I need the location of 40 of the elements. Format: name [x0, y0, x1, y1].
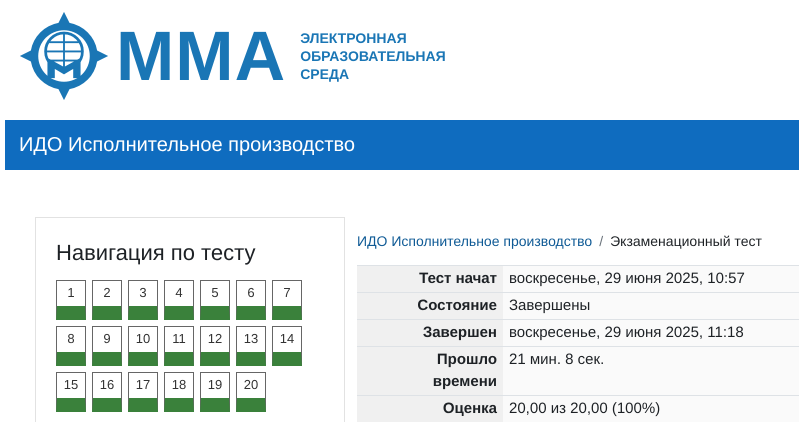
question-button[interactable]: 8 — [56, 326, 86, 366]
question-button[interactable]: 4 — [164, 280, 194, 320]
logo-subtitle: ЭЛЕКТРОННАЯ — [300, 29, 408, 47]
question-button[interactable]: 17 — [128, 372, 158, 412]
question-button[interactable]: 15 — [56, 372, 86, 412]
row-label: Состояние — [357, 292, 503, 320]
breadcrumb-link[interactable]: ИДО Исполнительное производство — [357, 233, 592, 249]
row-value: воскресенье, 29 июня 2025, 10:57 — [503, 266, 799, 292]
panel-title: Навигация по тесту — [56, 240, 256, 266]
course-title: ИДО Исполнительное производство — [19, 134, 355, 156]
question-button[interactable]: 10 — [128, 326, 158, 366]
question-button[interactable]: 5 — [200, 280, 230, 320]
logo-subtitle: ОБРАЗОВАТЕЛЬНАЯ — [300, 47, 446, 65]
question-button[interactable]: 19 — [200, 372, 230, 412]
question-button[interactable]: 18 — [164, 372, 194, 412]
row-label: Завершен — [357, 320, 503, 346]
question-button[interactable]: 7 — [272, 280, 302, 320]
question-button[interactable]: 13 — [236, 326, 266, 366]
logo-subtitle: СРЕДА — [300, 65, 350, 83]
row-value: 21 мин. 8 сек. — [503, 346, 799, 396]
question-button[interactable]: 9 — [92, 326, 122, 366]
logo-wordmark: ММА — [116, 21, 286, 91]
row-label: Оценка — [357, 396, 503, 422]
row-label: Прошло времени — [357, 346, 503, 396]
question-button[interactable]: 20 — [236, 372, 266, 412]
row-value: Завершены — [503, 292, 799, 320]
question-button[interactable]: 11 — [164, 326, 194, 366]
question-button[interactable]: 16 — [92, 372, 122, 412]
row-value: 20,00 из 20,00 (100%) — [503, 396, 799, 422]
question-button[interactable]: 12 — [200, 326, 230, 366]
breadcrumb-current: Экзаменационный тест — [610, 233, 762, 249]
question-button[interactable]: 3 — [128, 280, 158, 320]
breadcrumb-separator: / — [599, 233, 604, 249]
question-button[interactable]: 6 — [236, 280, 266, 320]
question-button[interactable]: 1 — [56, 280, 86, 320]
row-label: Тест начат — [357, 266, 503, 292]
question-button[interactable]: 14 — [272, 326, 302, 366]
emblem-icon — [18, 10, 110, 102]
question-button[interactable]: 2 — [92, 280, 122, 320]
row-value: воскресенье, 29 июня 2025, 11:18 — [503, 320, 799, 346]
